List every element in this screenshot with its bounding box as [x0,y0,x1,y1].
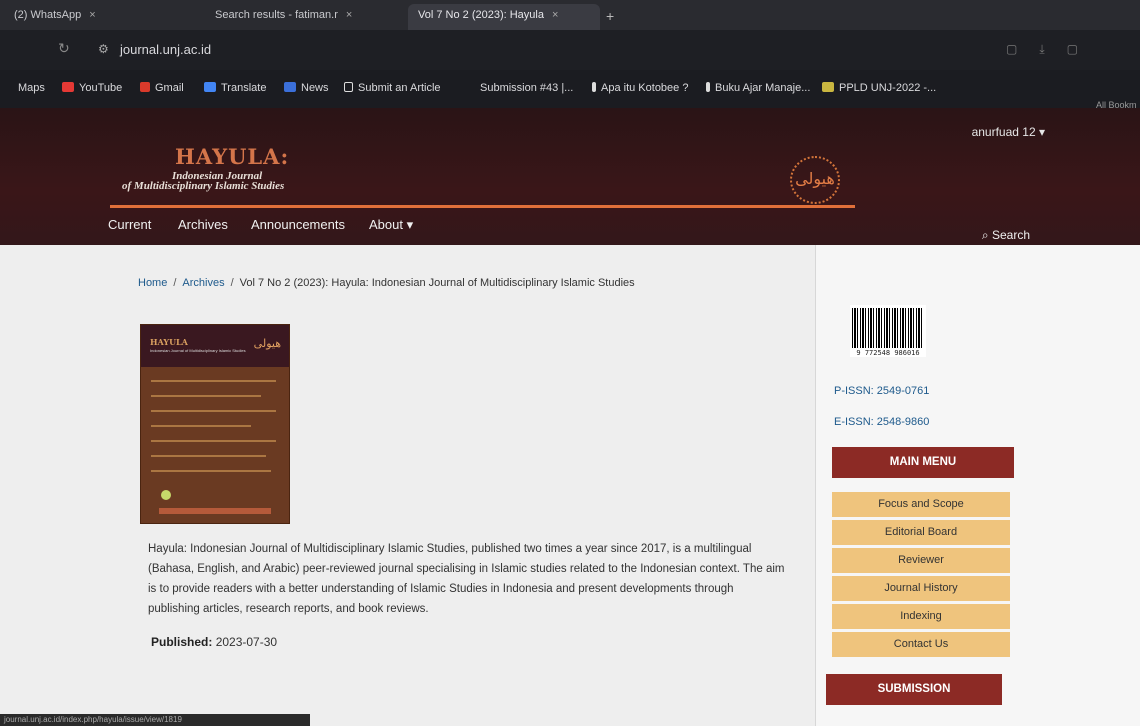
bookmark-maps[interactable]: Maps [18,82,45,94]
bookmark-kotobee[interactable]: Apa itu Kotobee ? [592,82,688,94]
bookmark-submit-article[interactable]: Submit an Article [344,82,441,94]
cover-badge [161,490,171,500]
tab-label: (2) WhatsApp [14,9,82,21]
bookmark-icon [706,82,710,92]
bookmark-submission-43[interactable]: Submission #43 |... [480,82,573,94]
bookmark-youtube[interactable]: YouTube [62,82,122,94]
breadcrumb-archives[interactable]: Archives [182,277,224,289]
breadcrumb-current: Vol 7 No 2 (2023): Hayula: Indonesian Jo… [239,277,635,289]
bookmark-ppld[interactable]: PPLD UNJ-2022 -... [822,82,936,94]
tab-label: Search results - fatiman.r [215,9,338,21]
gmail-icon [140,82,150,92]
user-menu[interactable]: anurfuad 12 ▾ [972,125,1045,139]
nav-about[interactable]: About ▾ [369,217,413,233]
search-link[interactable]: ⌕ Search [982,228,1030,243]
bookmark-news[interactable]: News [284,82,329,94]
reload-icon[interactable]: ↻ [58,40,70,57]
barcode-image: 9 772548 986016 [850,305,926,357]
bookmark-icon [592,82,596,92]
published-label: Published: [151,635,213,649]
youtube-icon [62,82,74,92]
menu-indexing[interactable]: Indexing [832,604,1010,629]
p-issn-link[interactable]: P-ISSN: 2549-0761 [834,385,929,397]
journal-emblem: هيولى [790,156,840,204]
close-icon[interactable]: × [346,9,352,21]
nav-current[interactable]: Current [108,217,151,232]
logo-title[interactable]: HAYULA: [175,144,289,169]
e-issn-link[interactable]: E-ISSN: 2548-9860 [834,416,929,428]
cover-line [151,440,276,442]
cover-footer [159,508,271,514]
menu-contact-us[interactable]: Contact Us [832,632,1010,657]
tab-search-results[interactable]: Search results - fatiman.r × [205,4,405,30]
translate-icon [204,82,216,92]
sidebar: 9 772548 986016 P-ISSN: 2549-0761 E-ISSN… [815,245,1140,726]
cover-title: HAYULA [150,337,188,347]
url-text[interactable]: journal.unj.ac.id [120,42,211,57]
bookmarks-bar: Maps YouTube Gmail Translate News Submit… [0,70,1140,110]
barcode-digits: 9 772548 986016 [856,349,920,357]
logo-subtitle-2: of Multidisciplinary Islamic Studies [122,180,285,192]
site-header: anurfuad 12 ▾ HAYULA: Indonesian Journal… [0,108,1140,245]
menu-journal-history[interactable]: Journal History [832,576,1010,601]
address-bar-row: ↻ ⚙ journal.unj.ac.id ▢⤓▢ [0,30,1140,70]
menu-reviewer[interactable]: Reviewer [832,548,1010,573]
site-info-icon[interactable]: ⚙ [98,42,109,56]
cover-line [151,425,251,427]
screen: (2) WhatsApp × Search results - fatiman.r… [0,0,1140,726]
cover-line [151,455,266,457]
issue-cover-image[interactable]: HAYULA Indonesian Journal of Multidiscip… [140,324,290,524]
bookmark-buku-ajar[interactable]: Buku Ajar Manaje... [706,82,810,94]
news-icon [284,82,296,92]
tab-whatsapp[interactable]: (2) WhatsApp × [4,4,204,30]
main-menu-header: MAIN MENU [832,447,1014,478]
header-divider [110,205,855,208]
main-content: Home / Archives / Vol 7 No 2 (2023): Hayula:… [0,245,815,726]
close-icon[interactable]: × [552,9,558,21]
status-bar-url: journal.unj.ac.id/index.php/hayula/issue… [0,714,310,726]
tab-label: Vol 7 No 2 (2023): Hayula [418,9,544,21]
browser-tab-bar: (2) WhatsApp × Search results - fatiman.r… [0,0,1140,30]
published-date: Published: 2023-07-30 [151,635,277,649]
nav-archives[interactable]: Archives [178,217,228,232]
menu-focus-scope[interactable]: Focus and Scope [832,492,1010,517]
close-icon[interactable]: × [89,9,95,21]
breadcrumb-home[interactable]: Home [138,277,167,289]
page-icon [344,82,353,92]
search-icon: ⌕ [981,228,992,242]
issue-description: Hayula: Indonesian Journal of Multidisci… [148,543,785,615]
ppld-icon [822,82,834,92]
bookmark-translate[interactable]: Translate [204,82,266,94]
bookmark-gmail[interactable]: Gmail [140,82,184,94]
cover-arabic: هيولى [253,337,281,350]
cover-subtitle: Indonesian Journal of Multidisciplinary … [150,348,246,353]
cover-line [151,395,261,397]
cover-line [151,470,271,472]
nav-announcements[interactable]: Announcements [251,217,345,232]
tab-hayula-issue[interactable]: Vol 7 No 2 (2023): Hayula × [408,4,600,30]
published-value: 2023-07-30 [215,635,278,649]
toolbar-icons[interactable]: ▢⤓▢ [1006,42,1100,57]
breadcrumb: Home / Archives / Vol 7 No 2 (2023): Hayula:… [138,277,635,289]
barcode-icon [852,308,924,348]
cover-line [151,380,276,382]
menu-editorial-board[interactable]: Editorial Board [832,520,1010,545]
new-tab-icon[interactable]: + [606,8,614,24]
cover-line [151,410,276,412]
submission-header[interactable]: SUBMISSION [826,674,1002,705]
